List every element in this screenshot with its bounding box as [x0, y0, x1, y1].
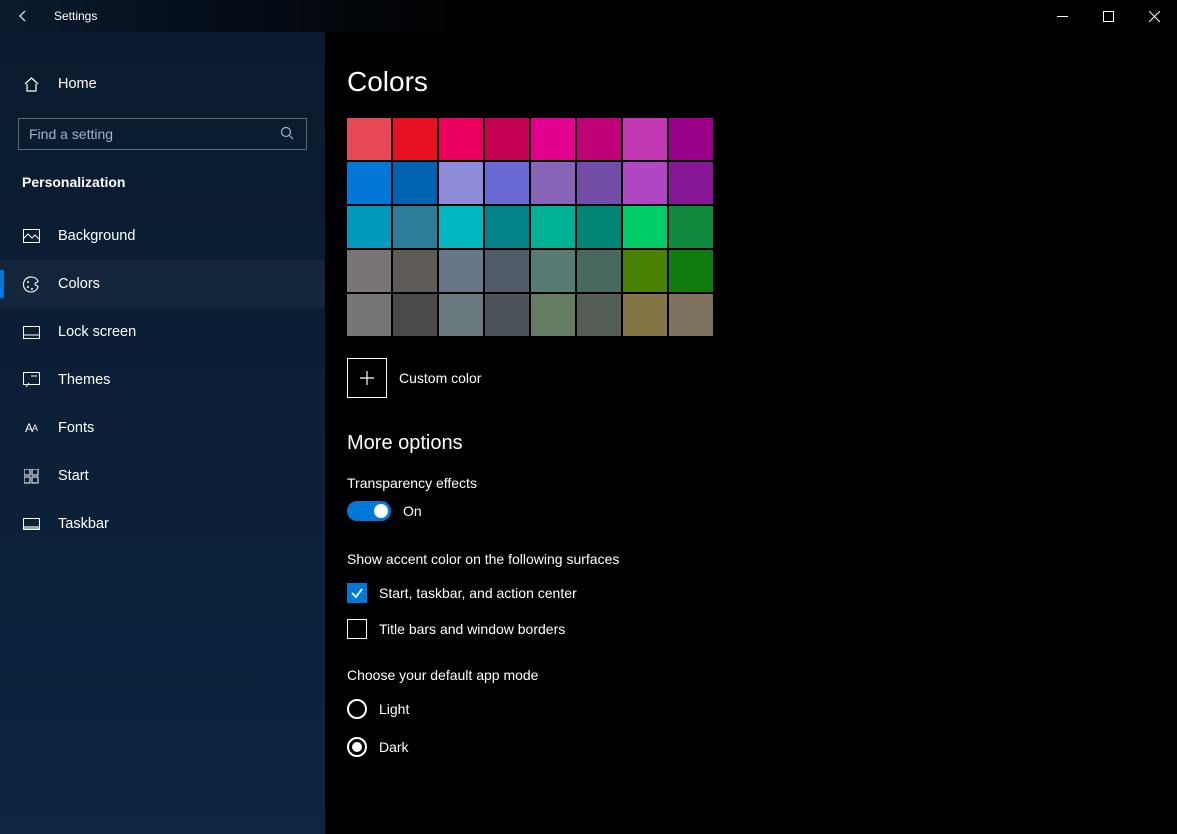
color-swatch[interactable]: [577, 250, 621, 292]
radio-label: Dark: [379, 739, 409, 755]
checkbox-label: Start, taskbar, and action center: [379, 585, 577, 601]
sidebar-item-label: Colors: [58, 276, 100, 292]
plus-icon: [347, 358, 387, 398]
home-link[interactable]: Home: [0, 60, 325, 108]
page-title: Colors: [347, 66, 1177, 98]
sidebar-item-start[interactable]: Start: [0, 452, 325, 500]
color-swatch[interactable]: [393, 294, 437, 336]
check-icon: [350, 586, 364, 600]
more-options-header: More options: [347, 432, 1177, 455]
color-swatch[interactable]: [531, 250, 575, 292]
color-swatch[interactable]: [623, 162, 667, 204]
color-swatch[interactable]: [347, 118, 391, 160]
color-swatch[interactable]: [669, 118, 713, 160]
color-palette: [347, 118, 1177, 336]
checkbox-label: Title bars and window borders: [379, 621, 565, 637]
checkbox-titlebars[interactable]: [347, 619, 367, 639]
color-swatch[interactable]: [531, 162, 575, 204]
maximize-button[interactable]: [1085, 0, 1131, 32]
checkbox-start-taskbar[interactable]: [347, 583, 367, 603]
sidebar-item-fonts[interactable]: AA Fonts: [0, 404, 325, 452]
radio-label: Light: [379, 701, 409, 717]
accent-surfaces-label: Show accent color on the following surfa…: [347, 551, 1177, 567]
sidebar-item-background[interactable]: Background: [0, 212, 325, 260]
sidebar-item-lockscreen[interactable]: Lock screen: [0, 308, 325, 356]
color-swatch[interactable]: [531, 118, 575, 160]
search-icon: [280, 126, 295, 144]
color-swatch[interactable]: [439, 118, 483, 160]
color-swatch[interactable]: [577, 294, 621, 336]
back-button[interactable]: [0, 0, 46, 32]
close-icon: [1149, 11, 1160, 22]
sidebar-item-label: Lock screen: [58, 324, 136, 340]
sidebar-item-label: Taskbar: [58, 516, 109, 532]
radio-light[interactable]: [347, 699, 367, 719]
color-swatch[interactable]: [669, 162, 713, 204]
color-swatch[interactable]: [623, 294, 667, 336]
color-swatch[interactable]: [623, 206, 667, 248]
color-swatch[interactable]: [347, 206, 391, 248]
color-swatch[interactable]: [393, 162, 437, 204]
sidebar-item-themes[interactable]: Themes: [0, 356, 325, 404]
color-swatch[interactable]: [485, 118, 529, 160]
sidebar-item-label: Themes: [58, 372, 110, 388]
color-swatch[interactable]: [347, 250, 391, 292]
start-icon: [22, 467, 40, 485]
color-swatch[interactable]: [577, 162, 621, 204]
maximize-icon: [1103, 11, 1114, 22]
color-swatch[interactable]: [485, 206, 529, 248]
sidebar-item-taskbar[interactable]: Taskbar: [0, 500, 325, 548]
transparency-label: Transparency effects: [347, 475, 1177, 491]
lockscreen-icon: [22, 323, 40, 341]
transparency-value: On: [403, 503, 422, 519]
picture-icon: [22, 227, 40, 245]
content-pane: Colors Custom color More options Transpa…: [325, 32, 1177, 834]
palette-icon: [22, 275, 40, 293]
category-header: Personalization: [0, 168, 325, 212]
color-swatch[interactable]: [669, 250, 713, 292]
minimize-icon: [1057, 11, 1068, 22]
sidebar: Home Personalization Background Colors: [0, 32, 325, 834]
sidebar-item-label: Fonts: [58, 420, 94, 436]
color-swatch[interactable]: [439, 250, 483, 292]
color-swatch[interactable]: [439, 294, 483, 336]
color-swatch[interactable]: [393, 118, 437, 160]
custom-color-button[interactable]: Custom color: [347, 358, 1177, 398]
color-swatch[interactable]: [439, 162, 483, 204]
color-swatch[interactable]: [393, 206, 437, 248]
custom-color-label: Custom color: [399, 370, 481, 386]
taskbar-icon: [22, 515, 40, 533]
fonts-icon: AA: [22, 419, 40, 437]
color-swatch[interactable]: [393, 250, 437, 292]
sidebar-item-colors[interactable]: Colors: [0, 260, 325, 308]
color-swatch[interactable]: [577, 118, 621, 160]
sidebar-item-label: Start: [58, 468, 89, 484]
color-swatch[interactable]: [347, 294, 391, 336]
home-icon: [22, 75, 40, 93]
app-mode-label: Choose your default app mode: [347, 667, 1177, 683]
color-swatch[interactable]: [439, 206, 483, 248]
color-swatch[interactable]: [531, 294, 575, 336]
color-swatch[interactable]: [623, 250, 667, 292]
search-input[interactable]: [18, 118, 307, 150]
radio-dark[interactable]: [347, 737, 367, 757]
transparency-toggle[interactable]: [347, 501, 391, 521]
close-button[interactable]: [1131, 0, 1177, 32]
color-swatch[interactable]: [531, 206, 575, 248]
minimize-button[interactable]: [1039, 0, 1085, 32]
home-label: Home: [58, 76, 97, 92]
color-swatch[interactable]: [485, 162, 529, 204]
color-swatch[interactable]: [485, 294, 529, 336]
sidebar-item-label: Background: [58, 228, 135, 244]
color-swatch[interactable]: [577, 206, 621, 248]
arrow-left-icon: [16, 9, 30, 23]
color-swatch[interactable]: [669, 206, 713, 248]
color-swatch[interactable]: [347, 162, 391, 204]
color-swatch[interactable]: [485, 250, 529, 292]
themes-icon: [22, 371, 40, 389]
color-swatch[interactable]: [669, 294, 713, 336]
app-title: Settings: [54, 9, 97, 23]
color-swatch[interactable]: [623, 118, 667, 160]
